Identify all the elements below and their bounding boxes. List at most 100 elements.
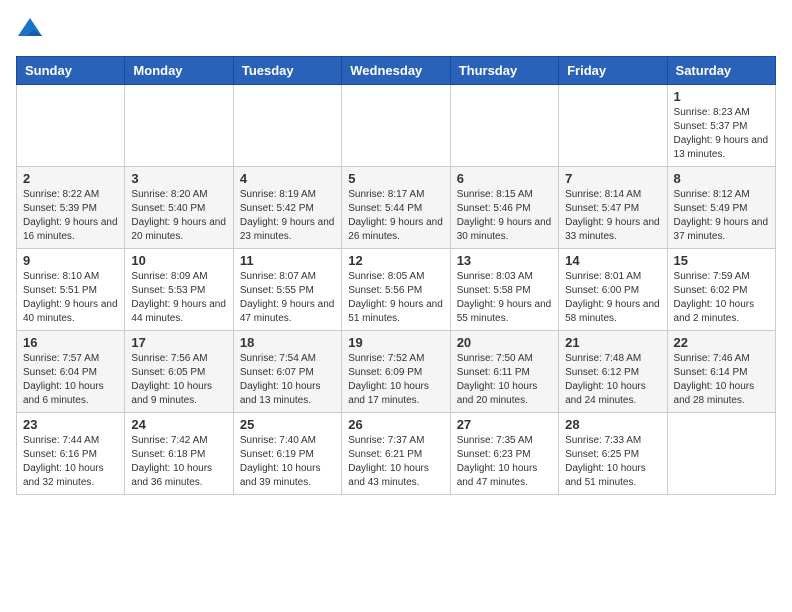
day-number: 6 — [457, 171, 552, 186]
calendar-week-row: 16 Sunrise: 7:57 AM Sunset: 6:04 PM Dayli… — [17, 331, 776, 413]
day-info: Sunrise: 7:42 AM Sunset: 6:18 PM Dayligh… — [131, 434, 226, 490]
day-number: 21 — [565, 335, 660, 350]
logo-icon — [16, 16, 44, 44]
calendar-empty-cell — [667, 413, 775, 495]
day-number: 25 — [240, 417, 335, 432]
calendar-day-23: 23 Sunrise: 7:44 AM Sunset: 6:16 PM Dayli… — [17, 413, 125, 495]
calendar-day-20: 20Sunrise: 7:50 AM Sunset: 6:11 PM Dayli… — [450, 331, 558, 413]
day-info: Sunrise: 8:22 AM Sunset: 5:39 PM Dayligh… — [23, 188, 118, 244]
calendar-day-14: 14 Sunrise: 8:01 AM Sunset: 6:00 PM Dayli… — [559, 249, 667, 331]
day-number: 10 — [131, 253, 226, 268]
col-header-sunday: Sunday — [17, 57, 125, 85]
calendar-empty-cell — [125, 85, 233, 167]
day-number: 18 — [240, 335, 335, 350]
calendar-day-16: 16 Sunrise: 7:57 AM Sunset: 6:04 PM Dayli… — [17, 331, 125, 413]
day-info: Sunrise: 8:10 AM Sunset: 5:51 PM Dayligh… — [23, 270, 118, 326]
calendar-day-22: 22 Sunrise: 7:46 AM Sunset: 6:14 PM Dayli… — [667, 331, 775, 413]
day-number: 15 — [674, 253, 769, 268]
calendar-week-row: 1 Sunrise: 8:23 AM Sunset: 5:37 PM Daylig… — [17, 85, 776, 167]
day-info: Sunrise: 7:54 AM Sunset: 6:07 PM Dayligh… — [240, 352, 335, 408]
calendar-day-4: 4 Sunrise: 8:19 AM Sunset: 5:42 PM Daylig… — [233, 167, 341, 249]
calendar-day-25: 25 Sunrise: 7:40 AM Sunset: 6:19 PM Dayli… — [233, 413, 341, 495]
day-info: Sunrise: 8:05 AM Sunset: 5:56 PM Dayligh… — [348, 270, 443, 326]
col-header-monday: Monday — [125, 57, 233, 85]
day-info: Sunrise: 7:52 AM Sunset: 6:09 PM Dayligh… — [348, 352, 443, 408]
day-number: 24 — [131, 417, 226, 432]
day-info: Sunrise: 8:15 AM Sunset: 5:46 PM Dayligh… — [457, 188, 552, 244]
day-number: 7 — [565, 171, 660, 186]
calendar-empty-cell — [17, 85, 125, 167]
col-header-saturday: Saturday — [667, 57, 775, 85]
day-number: 28 — [565, 417, 660, 432]
day-info: Sunrise: 8:14 AM Sunset: 5:47 PM Dayligh… — [565, 188, 660, 244]
day-info: Sunrise: 7:57 AM Sunset: 6:04 PM Dayligh… — [23, 352, 118, 408]
day-number: 11 — [240, 253, 335, 268]
logo — [16, 16, 48, 44]
day-number: 16 — [23, 335, 118, 350]
day-info: Sunrise: 7:33 AM Sunset: 6:25 PM Dayligh… — [565, 434, 660, 490]
day-info: Sunrise: 7:56 AM Sunset: 6:05 PM Dayligh… — [131, 352, 226, 408]
calendar-day-19: 19 Sunrise: 7:52 AM Sunset: 6:09 PM Dayli… — [342, 331, 450, 413]
calendar-day-9: 9Sunrise: 8:10 AM Sunset: 5:51 PM Daylig… — [17, 249, 125, 331]
calendar-day-7: 7 Sunrise: 8:14 AM Sunset: 5:47 PM Daylig… — [559, 167, 667, 249]
calendar-day-8: 8 Sunrise: 8:12 AM Sunset: 5:49 PM Daylig… — [667, 167, 775, 249]
day-info: Sunrise: 7:50 AM Sunset: 6:11 PM Dayligh… — [457, 352, 552, 408]
col-header-wednesday: Wednesday — [342, 57, 450, 85]
calendar-day-12: 12 Sunrise: 8:05 AM Sunset: 5:56 PM Dayli… — [342, 249, 450, 331]
calendar-week-row: 2 Sunrise: 8:22 AM Sunset: 5:39 PM Daylig… — [17, 167, 776, 249]
calendar-day-27: 27 Sunrise: 7:35 AM Sunset: 6:23 PM Dayli… — [450, 413, 558, 495]
day-info: Sunrise: 8:17 AM Sunset: 5:44 PM Dayligh… — [348, 188, 443, 244]
calendar-day-15: 15 Sunrise: 7:59 AM Sunset: 6:02 PM Dayli… — [667, 249, 775, 331]
day-info: Sunrise: 8:19 AM Sunset: 5:42 PM Dayligh… — [240, 188, 335, 244]
day-info: Sunrise: 8:09 AM Sunset: 5:53 PM Dayligh… — [131, 270, 226, 326]
calendar-day-10: 10 Sunrise: 8:09 AM Sunset: 5:53 PM Dayli… — [125, 249, 233, 331]
day-number: 4 — [240, 171, 335, 186]
day-info: Sunrise: 8:01 AM Sunset: 6:00 PM Dayligh… — [565, 270, 660, 326]
calendar-day-11: 11 Sunrise: 8:07 AM Sunset: 5:55 PM Dayli… — [233, 249, 341, 331]
day-info: Sunrise: 7:59 AM Sunset: 6:02 PM Dayligh… — [674, 270, 769, 326]
calendar-empty-cell — [342, 85, 450, 167]
day-number: 5 — [348, 171, 443, 186]
day-number: 19 — [348, 335, 443, 350]
col-header-friday: Friday — [559, 57, 667, 85]
day-info: Sunrise: 7:44 AM Sunset: 6:16 PM Dayligh… — [23, 434, 118, 490]
day-number: 1 — [674, 89, 769, 104]
day-number: 8 — [674, 171, 769, 186]
calendar-header-row: SundayMondayTuesdayWednesdayThursdayFrid… — [17, 57, 776, 85]
day-number: 23 — [23, 417, 118, 432]
day-number: 17 — [131, 335, 226, 350]
calendar-day-17: 17 Sunrise: 7:56 AM Sunset: 6:05 PM Dayli… — [125, 331, 233, 413]
calendar-day-26: 26 Sunrise: 7:37 AM Sunset: 6:21 PM Dayli… — [342, 413, 450, 495]
calendar-day-18: 18 Sunrise: 7:54 AM Sunset: 6:07 PM Dayli… — [233, 331, 341, 413]
calendar-day-28: 28 Sunrise: 7:33 AM Sunset: 6:25 PM Dayli… — [559, 413, 667, 495]
day-number: 13 — [457, 253, 552, 268]
day-info: Sunrise: 7:48 AM Sunset: 6:12 PM Dayligh… — [565, 352, 660, 408]
calendar-day-21: 21 Sunrise: 7:48 AM Sunset: 6:12 PM Dayli… — [559, 331, 667, 413]
day-number: 2 — [23, 171, 118, 186]
calendar-day-2: 2 Sunrise: 8:22 AM Sunset: 5:39 PM Daylig… — [17, 167, 125, 249]
day-info: Sunrise: 7:37 AM Sunset: 6:21 PM Dayligh… — [348, 434, 443, 490]
day-info: Sunrise: 8:12 AM Sunset: 5:49 PM Dayligh… — [674, 188, 769, 244]
calendar-week-row: 9Sunrise: 8:10 AM Sunset: 5:51 PM Daylig… — [17, 249, 776, 331]
day-number: 27 — [457, 417, 552, 432]
day-info: Sunrise: 8:03 AM Sunset: 5:58 PM Dayligh… — [457, 270, 552, 326]
calendar-day-3: 3Sunrise: 8:20 AM Sunset: 5:40 PM Daylig… — [125, 167, 233, 249]
calendar-day-24: 24 Sunrise: 7:42 AM Sunset: 6:18 PM Dayli… — [125, 413, 233, 495]
calendar-table: SundayMondayTuesdayWednesdayThursdayFrid… — [16, 56, 776, 495]
calendar-empty-cell — [559, 85, 667, 167]
day-info: Sunrise: 7:40 AM Sunset: 6:19 PM Dayligh… — [240, 434, 335, 490]
day-info: Sunrise: 8:23 AM Sunset: 5:37 PM Dayligh… — [674, 106, 769, 162]
day-number: 14 — [565, 253, 660, 268]
day-number: 22 — [674, 335, 769, 350]
day-info: Sunrise: 7:35 AM Sunset: 6:23 PM Dayligh… — [457, 434, 552, 490]
day-number: 26 — [348, 417, 443, 432]
calendar-empty-cell — [233, 85, 341, 167]
calendar-week-row: 23 Sunrise: 7:44 AM Sunset: 6:16 PM Dayli… — [17, 413, 776, 495]
col-header-thursday: Thursday — [450, 57, 558, 85]
calendar-day-6: 6 Sunrise: 8:15 AM Sunset: 5:46 PM Daylig… — [450, 167, 558, 249]
day-number: 3 — [131, 171, 226, 186]
calendar-day-1: 1 Sunrise: 8:23 AM Sunset: 5:37 PM Daylig… — [667, 85, 775, 167]
day-info: Sunrise: 8:07 AM Sunset: 5:55 PM Dayligh… — [240, 270, 335, 326]
day-info: Sunrise: 7:46 AM Sunset: 6:14 PM Dayligh… — [674, 352, 769, 408]
day-number: 12 — [348, 253, 443, 268]
